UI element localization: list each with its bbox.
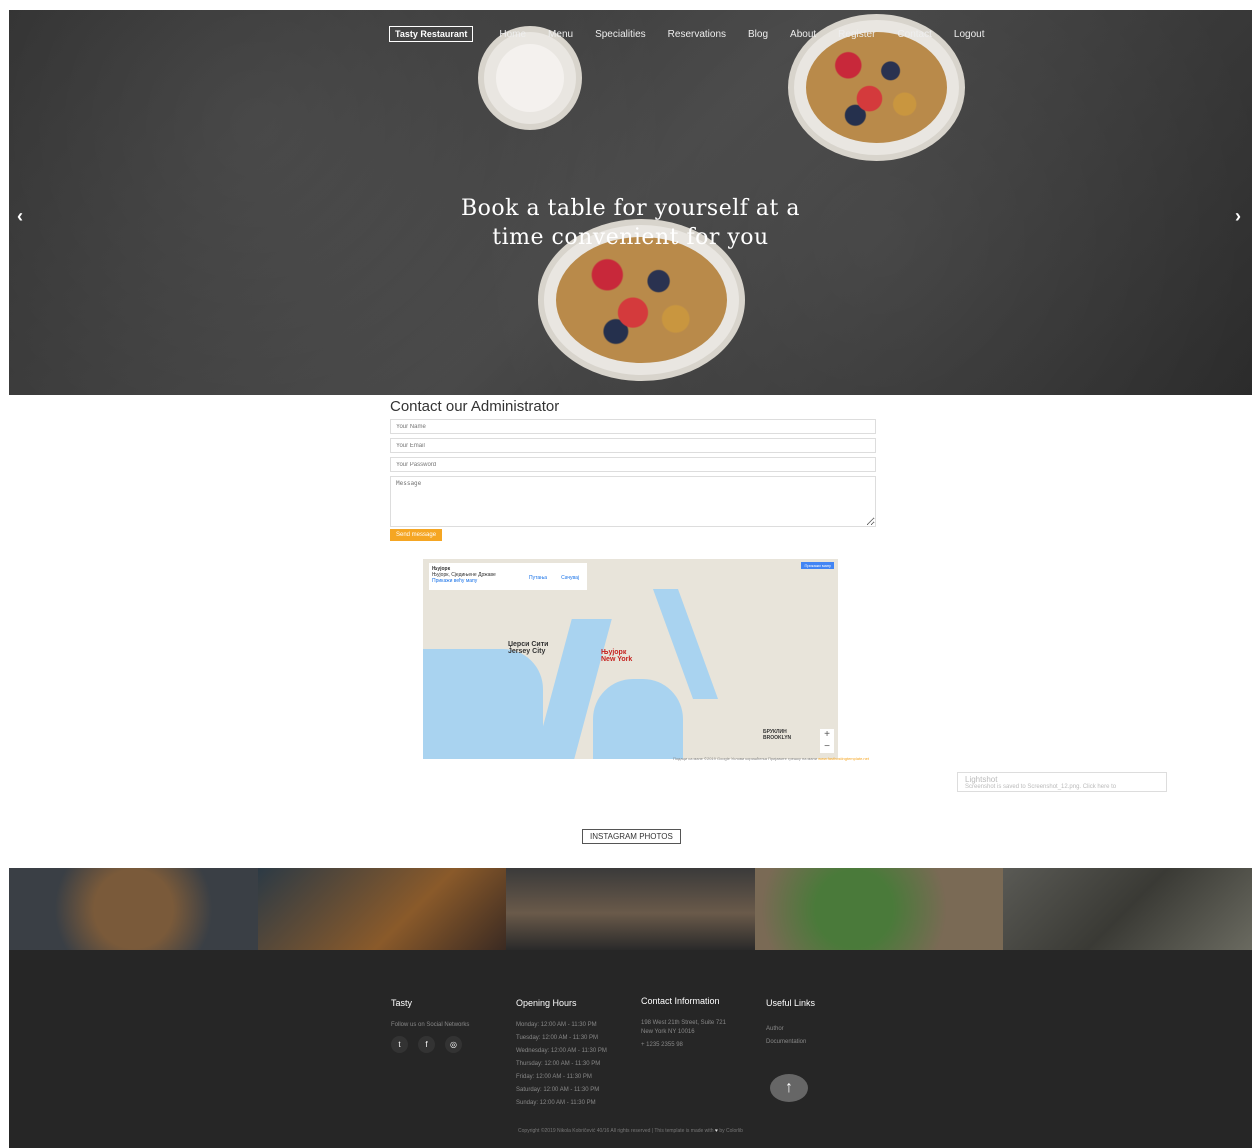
google-map[interactable]: Њујорк Њујорк, Сједињене Државе Прикажи … xyxy=(423,559,838,759)
footer-link-author[interactable]: Author xyxy=(766,1023,815,1036)
copyright-text: Copyright ©2019 Nikola Kobričević 40/16 … xyxy=(518,1128,714,1134)
chevron-right-icon[interactable]: › xyxy=(1235,206,1241,227)
map-badge[interactable]: Прикажи мапу xyxy=(801,562,834,569)
footer-contact-title: Contact Information xyxy=(641,996,720,1006)
footer-contact: Contact Information 198 West 21th Street… xyxy=(641,997,726,1050)
message-textarea[interactable] xyxy=(390,476,876,527)
hero-title-line: Book a table for yourself at a xyxy=(461,196,800,221)
contact-form: Contact our Administrator Send message xyxy=(390,398,876,541)
name-input[interactable] xyxy=(390,419,876,434)
map-credit-text: Подаци са мапе ©2019 Google Услови кориш… xyxy=(673,756,817,761)
map-label-brooklyn: БРУКЛИН BROOKLYN xyxy=(763,729,792,741)
zoom-out-button[interactable]: − xyxy=(820,741,834,753)
social-icons: t f ◎ xyxy=(391,1036,469,1053)
brand-logo[interactable]: Tasty Restaurant xyxy=(389,26,474,42)
copyright: Copyright ©2019 Nikola Kobričević 40/16 … xyxy=(9,1128,1252,1134)
hours-row: Sunday: 12:00 AM - 11:30 PM xyxy=(516,1100,596,1106)
hero-title: Book a table for yourself at a time conv… xyxy=(9,194,1252,252)
nav-logout[interactable]: Logout xyxy=(954,29,985,40)
footer-follow-text: Follow us on Social Networks xyxy=(391,1022,470,1028)
map-label-jerseycity: Џерси Сити Jersey City xyxy=(508,641,549,655)
map-save-link[interactable]: Сачувај xyxy=(561,575,579,581)
zoom-in-button[interactable]: + xyxy=(820,729,834,741)
arrow-up-icon[interactable]: ↑ xyxy=(770,1074,808,1102)
map-zoom-control[interactable]: + − xyxy=(820,729,834,753)
footer: Tasty Follow us on Social Networks t f ◎… xyxy=(9,950,1252,1148)
instagram-icon[interactable]: ◎ xyxy=(445,1036,462,1053)
chevron-left-icon[interactable]: ‹ xyxy=(17,206,23,227)
footer-tasty-title: Tasty xyxy=(391,998,413,1008)
hours-row: Thursday: 12:00 AM - 11:30 PM xyxy=(516,1061,601,1067)
footer-links-title: Useful Links xyxy=(766,998,816,1008)
facebook-icon[interactable]: f xyxy=(418,1036,435,1053)
footer-phone: + 1235 2355 98 xyxy=(641,1042,683,1048)
footer-hours-title: Opening Hours xyxy=(516,998,577,1008)
nav-contact[interactable]: Contact xyxy=(897,29,931,40)
heart-icon: ♥ xyxy=(714,1128,718,1134)
footer-address: New York NY 10016 xyxy=(641,1029,695,1035)
lightshot-title: Lightshot xyxy=(965,775,998,784)
bowl-image xyxy=(484,32,576,124)
colorlib-link[interactable]: by Colorlib xyxy=(719,1128,743,1134)
map-credit-link[interactable]: www.fasthostingtemplate.net xyxy=(818,756,869,761)
footer-hours: Opening Hours Monday: 12:00 AM - 11:30 P… xyxy=(516,997,607,1110)
nav-menu[interactable]: Menu xyxy=(548,29,573,40)
contact-heading: Contact our Administrator xyxy=(390,398,560,415)
instagram-photo[interactable] xyxy=(1003,868,1252,950)
instagram-heading: INSTAGRAM PHOTOS xyxy=(582,829,681,844)
page: Tasty Restaurant Home Menu Specialities … xyxy=(0,0,1252,1148)
nav-about[interactable]: About xyxy=(790,29,816,40)
nav-register[interactable]: Register xyxy=(838,29,875,40)
nav-specialities[interactable]: Specialities xyxy=(595,29,646,40)
hours-row: Wednesday: 12:00 AM - 11:30 PM xyxy=(516,1048,607,1054)
lightshot-notification[interactable]: Lightshot Screenshot is saved to Screens… xyxy=(957,772,1167,792)
instagram-strip xyxy=(9,868,1252,950)
send-message-button[interactable]: Send message xyxy=(390,529,443,541)
lightshot-text: Screenshot is saved to Screenshot_12.png… xyxy=(965,784,1117,790)
map-info-card: Њујорк Њујорк, Сједињене Државе Прикажи … xyxy=(429,563,587,590)
main-nav: Tasty Restaurant Home Menu Specialities … xyxy=(389,26,1006,42)
nav-reservations[interactable]: Reservations xyxy=(668,29,726,40)
footer-address: 198 West 21th Street, Suite 721 xyxy=(641,1020,726,1026)
hero-slider: Tasty Restaurant Home Menu Specialities … xyxy=(9,10,1252,395)
footer-link-documentation[interactable]: Documentation xyxy=(766,1036,815,1049)
map-credit: Подаци са мапе ©2019 Google Услови кориш… xyxy=(673,756,869,761)
instagram-photo[interactable] xyxy=(257,868,507,950)
twitter-icon[interactable]: t xyxy=(391,1036,408,1053)
password-input[interactable] xyxy=(390,457,876,472)
email-input[interactable] xyxy=(390,438,876,453)
nav-home[interactable]: Home xyxy=(499,29,526,40)
map-label-newyork: Њујорк New York xyxy=(601,649,633,663)
instagram-photo[interactable] xyxy=(9,868,258,950)
instagram-photo[interactable] xyxy=(506,868,755,950)
hours-row: Friday: 12:00 AM - 11:30 PM xyxy=(516,1074,592,1080)
footer-tasty: Tasty Follow us on Social Networks t f ◎ xyxy=(391,997,469,1053)
hero-title-line: time convenient for you xyxy=(492,225,769,250)
nav-blog[interactable]: Blog xyxy=(748,29,768,40)
instagram-photo[interactable] xyxy=(754,868,1004,950)
hours-row: Tuesday: 12:00 AM - 11:30 PM xyxy=(516,1035,599,1041)
hours-row: Monday: 12:00 AM - 11:30 PM xyxy=(516,1022,597,1028)
hours-row: Saturday: 12:00 AM - 11:30 PM xyxy=(516,1087,600,1093)
footer-links: Useful Links Author Documentation xyxy=(766,997,815,1049)
map-directions-link[interactable]: Путања xyxy=(529,575,547,581)
